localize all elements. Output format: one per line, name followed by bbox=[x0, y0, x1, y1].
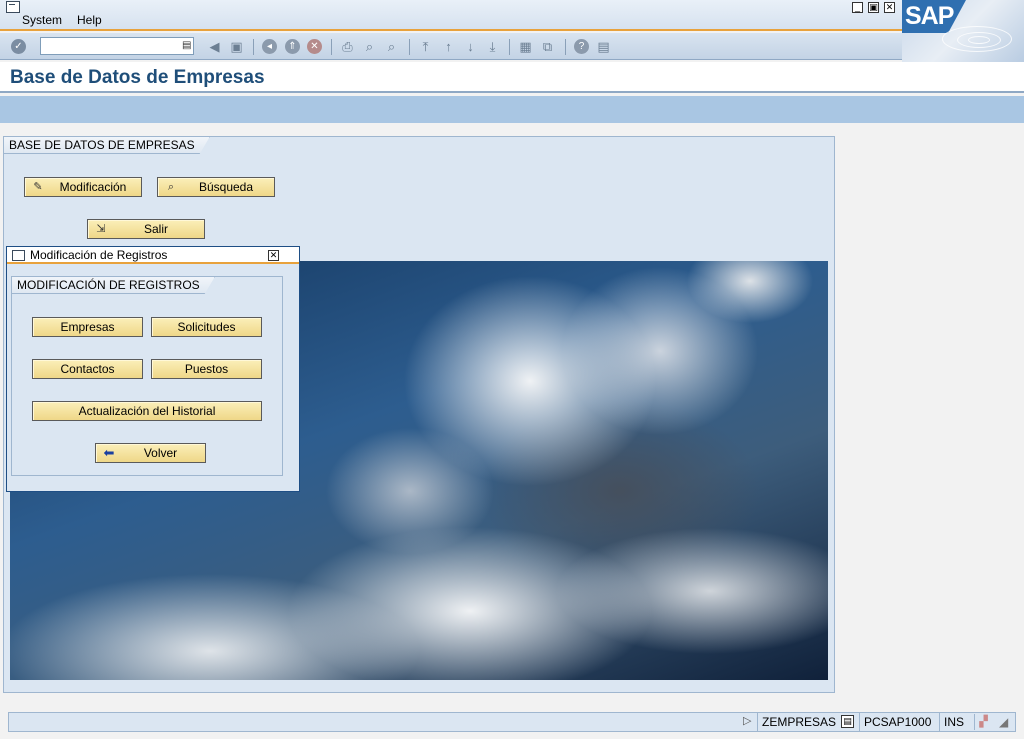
status-expand-icon[interactable]: ▷ bbox=[743, 714, 751, 727]
window-menu-icon[interactable] bbox=[6, 1, 20, 13]
application-toolbar bbox=[0, 96, 1024, 123]
cancel-icon[interactable]: ✕ bbox=[307, 39, 322, 54]
back-arrow-icon: ⬅ bbox=[103, 445, 115, 460]
dialog-group-label: MODIFICACIÓN DE REGISTROS bbox=[12, 277, 215, 294]
toolbar-separator bbox=[509, 39, 510, 55]
last-page-icon[interactable]: ⤓ bbox=[485, 40, 500, 54]
exit-door-icon: ⇲ bbox=[96, 223, 106, 235]
menu-system[interactable]: System bbox=[22, 13, 62, 27]
next-page-icon[interactable]: ↓ bbox=[463, 40, 478, 54]
modificacion-button[interactable]: ✎ Modificación bbox=[24, 177, 142, 197]
contactos-button[interactable]: Contactos bbox=[32, 359, 143, 379]
command-history-icon[interactable]: ▤ bbox=[182, 40, 191, 51]
restore-icon[interactable]: ▣ bbox=[868, 2, 879, 13]
sap-logo-text: SAP bbox=[905, 2, 954, 30]
main-group-label: BASE DE DATOS DE EMPRESAS bbox=[4, 137, 210, 154]
print-icon[interactable]: ⎙ bbox=[340, 40, 355, 54]
close-window-icon[interactable]: ✕ bbox=[884, 2, 895, 13]
status-bar: ▷ ZEMPRESAS ▤ PCSAP1000 INS ▞ ◢ bbox=[8, 712, 1016, 732]
title-bar: Base de Datos de Empresas bbox=[0, 62, 1024, 93]
layout-menu-icon[interactable]: ▤ bbox=[596, 40, 611, 54]
empresas-button[interactable]: Empresas bbox=[32, 317, 143, 337]
save-icon[interactable]: ▣ bbox=[229, 40, 244, 54]
standard-toolbar: ✓ ▤ ◀ ▣ ◂ ⇑ ✕ ⎙ ⌕ ⌕ ⤒ ↑ ↓ ⤓ ▦ ⧉ ? ▤ bbox=[0, 33, 902, 60]
command-field[interactable] bbox=[40, 37, 194, 55]
shortcut-icon[interactable]: ⧉ bbox=[540, 40, 555, 54]
minimize-icon[interactable]: _ bbox=[852, 2, 863, 13]
dialog-title: Modificación de Registros bbox=[30, 248, 168, 262]
page-title: Base de Datos de Empresas bbox=[10, 67, 265, 88]
edit-icon: ✎ bbox=[33, 181, 43, 193]
search-icon: ⌕ bbox=[167, 181, 175, 193]
dialog-titlebar: Modificación de Registros ✕ bbox=[7, 247, 299, 264]
menu-help[interactable]: Help bbox=[77, 13, 102, 27]
sap-logo: SAP bbox=[902, 0, 1024, 62]
volver-button[interactable]: ⬅ Volver bbox=[95, 443, 206, 463]
menu-bar: System Help _ ▣ ✕ bbox=[0, 0, 902, 31]
status-program: ZEMPRESAS bbox=[757, 713, 840, 731]
modificacion-dialog: Modificación de Registros ✕ MODIFICACIÓN… bbox=[6, 246, 300, 492]
toolbar-separator bbox=[409, 39, 410, 55]
resize-grip-icon[interactable]: ◢ bbox=[999, 714, 1015, 730]
security-icon: ▞ bbox=[974, 714, 992, 730]
historial-button[interactable]: Actualización del Historial bbox=[32, 401, 262, 421]
find-icon[interactable]: ⌕ bbox=[362, 40, 377, 54]
status-server: PCSAP1000 bbox=[859, 713, 935, 731]
enter-icon[interactable]: ✓ bbox=[11, 39, 26, 54]
help-icon[interactable]: ? bbox=[574, 39, 589, 54]
toolbar-separator bbox=[565, 39, 566, 55]
exit-icon[interactable]: ⇑ bbox=[285, 39, 300, 54]
first-page-icon[interactable]: ⤒ bbox=[418, 40, 433, 54]
salir-button[interactable]: ⇲ Salir bbox=[87, 219, 205, 239]
close-icon[interactable]: ✕ bbox=[268, 250, 279, 261]
system-info-icon[interactable]: ▤ bbox=[841, 715, 854, 728]
solicitudes-button[interactable]: Solicitudes bbox=[151, 317, 262, 337]
back-arrow-icon[interactable]: ◀ bbox=[207, 40, 222, 54]
status-mode: INS bbox=[939, 713, 968, 731]
busqueda-button[interactable]: ⌕ Búsqueda bbox=[157, 177, 275, 197]
create-session-icon[interactable]: ▦ bbox=[518, 40, 533, 54]
previous-page-icon[interactable]: ↑ bbox=[441, 40, 456, 54]
dialog-window-icon[interactable] bbox=[12, 250, 25, 261]
back-icon[interactable]: ◂ bbox=[262, 39, 277, 54]
toolbar-separator bbox=[253, 39, 254, 55]
dialog-group-box: MODIFICACIÓN DE REGISTROS Empresas Solic… bbox=[11, 276, 283, 476]
find-next-icon[interactable]: ⌕ bbox=[384, 40, 399, 54]
toolbar-separator bbox=[331, 39, 332, 55]
logo-ripple bbox=[968, 36, 990, 44]
puestos-button[interactable]: Puestos bbox=[151, 359, 262, 379]
